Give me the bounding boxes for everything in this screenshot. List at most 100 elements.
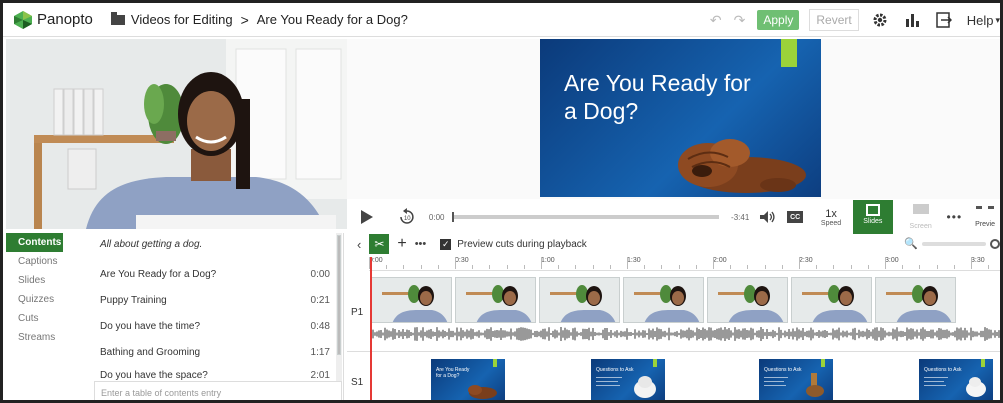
ruler-tick bbox=[558, 265, 560, 269]
video-thumbnail bbox=[539, 277, 620, 323]
zoom-magnifier-icon[interactable]: 🔍 bbox=[904, 237, 918, 250]
tab-contents[interactable]: Contents bbox=[6, 233, 63, 252]
undo-icon[interactable]: ↶ bbox=[710, 12, 722, 29]
collapse-chevron-left-icon[interactable]: ‹ bbox=[357, 237, 361, 252]
toc-entry[interactable]: Bathing and Grooming 1:17 bbox=[94, 339, 342, 365]
timeline-zoom: 🔍 bbox=[904, 237, 1000, 250]
timeline-ruler[interactable]: 0:00 0:30 1:00 1:30 2:00 2:30 3:00 3:30 bbox=[369, 257, 1000, 271]
camera-video-stream[interactable] bbox=[6, 39, 347, 229]
exit-icon[interactable] bbox=[935, 11, 953, 29]
toc-description[interactable]: All about getting a dog. bbox=[94, 233, 342, 257]
more-options-icon[interactable]: ••• bbox=[947, 210, 963, 224]
preview-cuts-label: Preview cuts during playback bbox=[457, 238, 587, 250]
preview-button[interactable]: Previe bbox=[970, 205, 1000, 229]
ruler-tick bbox=[781, 265, 783, 269]
help-chevron-down-icon[interactable]: ▾ bbox=[995, 15, 1000, 26]
ruler-tick bbox=[541, 257, 542, 269]
help-menu[interactable]: Help bbox=[967, 13, 994, 28]
slide-thumb-line bbox=[596, 381, 618, 382]
toc-scrollbar[interactable] bbox=[336, 233, 342, 381]
slide-thumbnail[interactable]: Questions to Ask bbox=[591, 359, 665, 400]
scrubber-handle[interactable] bbox=[452, 212, 455, 222]
editor-more-icon[interactable]: ••• bbox=[415, 238, 427, 250]
toc-entry[interactable]: Do you have the time? 0:48 bbox=[94, 313, 342, 339]
cut-scissors-icon[interactable]: ✂ bbox=[369, 234, 390, 254]
slide-thumb-accent bbox=[981, 359, 985, 367]
toc-scrollbar-thumb[interactable] bbox=[337, 235, 341, 355]
toc-entry-input[interactable]: Enter a table of contents entry bbox=[94, 381, 342, 400]
video-thumbnail bbox=[707, 277, 788, 323]
apply-button[interactable]: Apply bbox=[757, 10, 800, 30]
tab-quizzes[interactable]: Quizzes bbox=[6, 290, 88, 309]
tab-captions[interactable]: Captions bbox=[6, 252, 88, 271]
tick-label: 3:00 bbox=[885, 257, 899, 264]
revert-button[interactable]: Revert bbox=[809, 9, 859, 31]
slide-thumb-title: Questions to Ask bbox=[924, 367, 962, 373]
presenter-video-frame bbox=[6, 39, 347, 229]
zoom-slider[interactable] bbox=[922, 241, 986, 246]
audio-waveform[interactable] bbox=[371, 327, 1000, 341]
slide-thumb-line bbox=[596, 385, 620, 386]
tick-label: 1:00 bbox=[541, 257, 555, 264]
primary-video-track[interactable] bbox=[371, 277, 1000, 323]
playback-scrubber[interactable] bbox=[452, 212, 720, 222]
slide-preview[interactable]: Are You Ready for a Dog? bbox=[540, 39, 821, 197]
breadcrumb-folder[interactable]: Videos for Editing bbox=[131, 12, 233, 27]
slide-thumb-dog-image bbox=[468, 385, 497, 399]
ruler-tick bbox=[437, 265, 439, 269]
slide-thumbnail[interactable]: Questions to Ask bbox=[759, 359, 833, 400]
panopto-logo-icon bbox=[14, 10, 32, 29]
speed-value: 1x bbox=[825, 207, 837, 220]
slide-thumbnail[interactable]: Are You Ready for a Dog? bbox=[431, 359, 505, 400]
preview-label: Previe bbox=[975, 220, 995, 228]
tab-streams[interactable]: Streams bbox=[6, 328, 88, 347]
slide-accent-bar bbox=[781, 39, 797, 67]
ruler-tick bbox=[902, 265, 904, 269]
screen-stream-button[interactable]: Screen bbox=[903, 203, 939, 231]
add-plus-icon[interactable]: + bbox=[397, 235, 406, 253]
slide-thumb-accent bbox=[493, 359, 497, 367]
toc-entry[interactable]: Are You Ready for a Dog? 0:00 bbox=[94, 261, 342, 287]
remaining-time: -3:41 bbox=[731, 212, 750, 222]
brand-name: Panopto bbox=[37, 11, 93, 28]
ruler-tick bbox=[988, 265, 990, 269]
ruler-tick bbox=[472, 265, 474, 269]
slide-thumb-title: Are You Ready for a Dog? bbox=[436, 367, 470, 379]
ruler-tick bbox=[850, 265, 852, 269]
toc-entry[interactable]: Puppy Training 0:21 bbox=[94, 287, 342, 313]
redo-icon[interactable]: ↷ bbox=[734, 12, 746, 29]
ruler-tick bbox=[403, 265, 405, 269]
slides-stream-button[interactable]: Slides bbox=[852, 200, 893, 234]
toc-entry[interactable]: Do you have the space? 2:01 bbox=[94, 365, 342, 381]
preview-cuts-checkbox[interactable]: ✓ bbox=[440, 238, 452, 250]
ruler-tick bbox=[644, 265, 646, 269]
slide-thumbnail[interactable]: Questions to Ask bbox=[919, 359, 993, 400]
rewind-10-icon[interactable]: 10 bbox=[397, 207, 417, 227]
toc-entry-time: 0:00 bbox=[310, 268, 330, 280]
ruler-tick bbox=[592, 265, 594, 269]
volume-icon[interactable] bbox=[759, 210, 777, 224]
ruler-tick bbox=[678, 265, 680, 269]
play-icon[interactable] bbox=[361, 210, 373, 224]
ruler-tick bbox=[455, 257, 456, 269]
ruler-tick bbox=[747, 265, 749, 269]
ruler-tick bbox=[816, 265, 818, 269]
speed-button[interactable]: 1x Speed bbox=[817, 208, 845, 227]
tab-cuts[interactable]: Cuts bbox=[6, 309, 88, 328]
closed-captions-button[interactable]: CC bbox=[787, 211, 804, 223]
stats-bar-chart-icon[interactable] bbox=[903, 11, 921, 29]
toc-entry-time: 0:48 bbox=[310, 320, 330, 332]
slides-track[interactable]: Are You Ready for a Dog? Questions to As… bbox=[371, 359, 1000, 400]
ruler-tick bbox=[764, 265, 766, 269]
timeline[interactable]: 0:00 0:30 1:00 1:30 2:00 2:30 3:00 3:30 … bbox=[347, 257, 1000, 400]
video-thumbnail bbox=[371, 277, 452, 323]
timeline-playhead[interactable] bbox=[370, 257, 372, 400]
preview-icon bbox=[976, 205, 995, 212]
zoom-fit-icon[interactable] bbox=[990, 238, 1000, 249]
slide-thumb-line bbox=[924, 385, 946, 386]
slide-thumb-dog-image bbox=[634, 376, 656, 398]
tick-label: 3:30 bbox=[971, 257, 985, 264]
panopto-logo[interactable]: Panopto bbox=[13, 10, 93, 30]
settings-gear-icon[interactable] bbox=[871, 11, 889, 29]
tab-slides[interactable]: Slides bbox=[6, 271, 88, 290]
